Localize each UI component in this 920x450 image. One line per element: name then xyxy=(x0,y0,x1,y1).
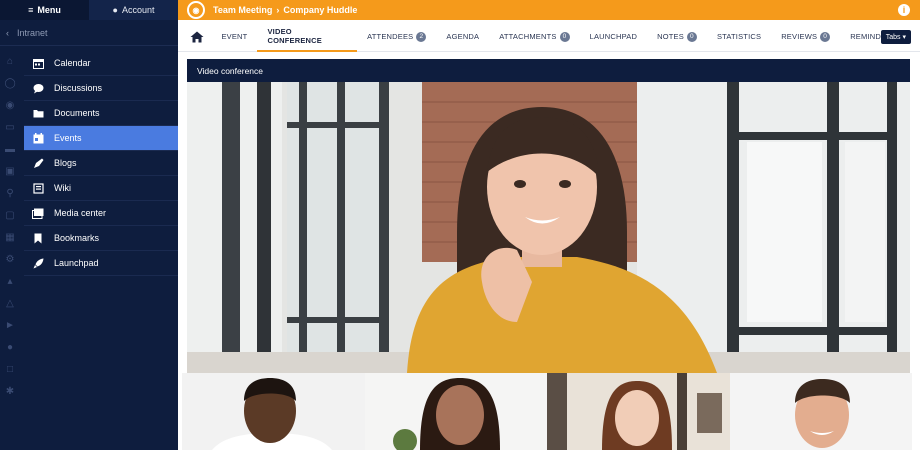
home-icon[interactable]: ⌂ xyxy=(5,56,16,67)
participant-video xyxy=(547,373,730,450)
participant-video xyxy=(364,373,547,450)
reviews-count-badge: 0 xyxy=(820,31,831,42)
users-icon[interactable]: ◉ xyxy=(5,100,16,111)
sidebar-item-media-center[interactable]: Media center xyxy=(24,201,178,226)
info-icon[interactable]: i xyxy=(898,4,910,16)
monitor-icon[interactable]: ▭ xyxy=(5,122,16,133)
hamburger-icon: ≡ xyxy=(28,5,34,15)
tab-reviews[interactable]: Reviews 0 xyxy=(771,22,840,52)
header-section[interactable]: Team Meeting xyxy=(213,5,272,15)
network-icon[interactable]: △ xyxy=(5,298,16,309)
tab-bar: Event Video conference Attendees 2 Agenda… xyxy=(178,22,920,52)
home-icon xyxy=(190,31,204,42)
rocket-icon xyxy=(32,257,44,269)
sidebar: ≡ Menu ● Account ‹ Intranet ⌂ ◯ ◉ ▭ ▬ ▣ … xyxy=(0,0,178,450)
main-video-image xyxy=(187,82,910,373)
tabs-dropdown-button[interactable]: Tabs ▾ xyxy=(880,30,911,44)
tab-event[interactable]: Event xyxy=(211,22,257,52)
tab-notes[interactable]: Notes 0 xyxy=(647,22,707,52)
participant-video xyxy=(182,373,365,450)
notes-count-badge: 0 xyxy=(686,31,697,42)
settings-icon[interactable]: ✱ xyxy=(5,386,16,397)
sidebar-item-blogs[interactable]: Blogs xyxy=(24,151,178,176)
person-icon[interactable]: ● xyxy=(5,342,16,353)
sidebar-topbar: ≡ Menu ● Account xyxy=(0,0,178,20)
menu-button[interactable]: ≡ Menu xyxy=(0,0,89,20)
sidebar-item-documents[interactable]: Documents xyxy=(24,101,178,126)
gear-icon[interactable]: ⚙ xyxy=(5,254,16,265)
header-page: Company Huddle xyxy=(283,5,358,15)
tab-launchpad[interactable]: Launchpad xyxy=(580,22,648,52)
main-video-feed[interactable] xyxy=(187,82,910,373)
panel-title: Video conference xyxy=(187,59,910,82)
chevron-right-icon: › xyxy=(276,5,280,15)
tab-attendees[interactable]: Attendees 2 xyxy=(357,22,436,52)
app-logo[interactable]: ◉ xyxy=(187,1,205,19)
blog-icon xyxy=(32,157,44,169)
app-header: ◉ Team Meeting › Company Huddle i xyxy=(178,0,920,20)
tab-statistics[interactable]: Statistics xyxy=(707,22,771,52)
bookmark-icon xyxy=(32,232,44,244)
sidebar-item-calendar[interactable]: Calendar xyxy=(24,51,178,76)
participant-tile[interactable] xyxy=(729,373,912,450)
attachments-count-badge: 0 xyxy=(559,31,570,42)
participant-tile[interactable] xyxy=(547,373,730,450)
globe-icon[interactable]: ◯ xyxy=(5,78,16,89)
chat-icon xyxy=(32,82,44,94)
file-icon[interactable]: □ xyxy=(5,364,16,375)
tab-video-conference[interactable]: Video conference xyxy=(257,22,358,52)
sidebar-item-wiki[interactable]: Wiki xyxy=(24,176,178,201)
participant-thumbnails xyxy=(182,373,912,450)
media-icon xyxy=(32,207,44,219)
sidebar-item-launchpad[interactable]: Launchpad xyxy=(24,251,178,276)
breadcrumb: ‹ Intranet xyxy=(0,20,178,46)
tab-attachments[interactable]: Attachments 0 xyxy=(489,22,579,52)
account-button[interactable]: ● Account xyxy=(89,0,178,20)
folder-icon xyxy=(32,107,44,119)
card-icon[interactable]: ▬ xyxy=(5,144,16,155)
tab-agenda[interactable]: Agenda xyxy=(436,22,489,52)
participant-video xyxy=(729,373,912,450)
caret-down-icon: ▾ xyxy=(902,34,906,41)
sidebar-item-events[interactable]: Events xyxy=(24,126,178,151)
wiki-icon xyxy=(32,182,44,194)
bag-icon[interactable]: ▢ xyxy=(5,210,16,221)
megaphone-icon[interactable]: ► xyxy=(5,320,16,331)
home-tab[interactable] xyxy=(182,31,211,43)
header-breadcrumb: Team Meeting › Company Huddle xyxy=(213,5,357,15)
attendees-count-badge: 2 xyxy=(416,31,427,42)
grid-icon[interactable]: ▦ xyxy=(5,232,16,243)
calendar-icon xyxy=(32,57,44,69)
participant-tile[interactable] xyxy=(364,373,547,450)
sidebar-item-discussions[interactable]: Discussions xyxy=(24,76,178,101)
search-icon[interactable]: ⚲ xyxy=(5,188,16,199)
events-icon xyxy=(32,132,44,144)
calendar-rail-icon[interactable]: ▣ xyxy=(5,166,16,177)
sidebar-item-bookmarks[interactable]: Bookmarks xyxy=(24,226,178,251)
org-icon[interactable]: ▴ xyxy=(5,276,16,287)
icon-rail: ⌂ ◯ ◉ ▭ ▬ ▣ ⚲ ▢ ▦ ⚙ ▴ △ ► ● □ ✱ xyxy=(0,46,20,450)
participant-tile[interactable] xyxy=(182,373,365,450)
sidebar-menu: Calendar Discussions Documents Events Bl… xyxy=(24,51,178,276)
user-icon: ● xyxy=(112,5,118,15)
chevron-left-icon[interactable]: ‹ xyxy=(6,28,9,38)
